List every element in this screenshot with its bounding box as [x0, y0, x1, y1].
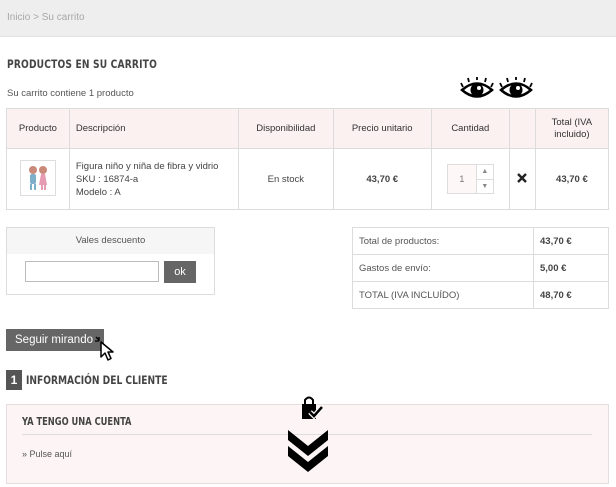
grand-total-value: 48,70 €	[533, 281, 609, 309]
cart-header-row: Producto Descripción Disponibilidad Prec…	[6, 108, 610, 149]
login-link[interactable]: » Pulse aquí	[22, 449, 72, 459]
shipping-value: 5,00 €	[533, 254, 609, 282]
cart-title: PRODUCTOS EN SU CARRITO	[7, 57, 157, 71]
total-products-value: 43,70 €	[533, 227, 609, 255]
cart-item-row: Figura niño y niña de fibra y vidrio SKU…	[6, 148, 610, 210]
totals-row: TOTAL (IVA INCLUÍDO) 48,70 €	[352, 281, 609, 309]
product-sku: SKU : 16874-a	[75, 173, 139, 185]
voucher-code-input[interactable]	[25, 261, 159, 282]
quantity-input[interactable]: 1	[448, 165, 476, 193]
breadcrumb-bar: Inicio > Su carrito	[0, 0, 616, 37]
quantity-decrease-button[interactable]: ▼	[476, 178, 493, 193]
shopping-bag-check-icon	[302, 396, 324, 420]
voucher-ok-button[interactable]: ok	[164, 261, 196, 283]
step-number-badge: 1	[6, 370, 22, 390]
unit-price-value: 43,70 €	[332, 148, 432, 210]
cart-count-text: Su carrito contiene 1 producto	[7, 88, 134, 99]
breadcrumb: Inicio > Su carrito	[7, 12, 85, 23]
total-products-label: Total de productos:	[352, 227, 534, 255]
cart-table: Producto Descripción Disponibilidad Prec…	[6, 108, 610, 210]
col-header-description: Descripción	[68, 108, 239, 149]
client-info-title: INFORMACIÓN DEL CLIENTE	[26, 373, 168, 387]
pointer-cursor-icon	[95, 336, 114, 361]
grand-total-label: TOTAL (IVA INCLUÍDO)	[352, 281, 534, 309]
existing-account-title: YA TENGO UNA CUENTA	[22, 416, 132, 428]
quantity-increase-button[interactable]: ▲	[476, 165, 493, 179]
line-total-value: 43,70 €	[534, 148, 610, 210]
col-header-product: Producto	[6, 108, 70, 149]
quantity-stepper: 1 ▲ ▼	[446, 164, 494, 194]
continue-shopping-button[interactable]: Seguir mirando	[6, 329, 104, 351]
delete-cell	[509, 148, 536, 210]
breadcrumb-home-link[interactable]: Inicio	[7, 12, 30, 23]
availability-value: En stock	[237, 148, 334, 210]
totals-table: Total de productos: 43,70 € Gastos de en…	[352, 227, 609, 309]
breadcrumb-separator: >	[33, 12, 39, 23]
col-header-availability: Disponibilidad	[237, 108, 334, 149]
voucher-box: Vales descuento ok	[6, 227, 215, 295]
breadcrumb-current: Su carrito	[41, 12, 85, 23]
col-header-total: Total (IVA incluido)	[534, 108, 610, 149]
product-model: Modelo : A	[75, 186, 121, 198]
product-thumbnail[interactable]	[19, 160, 56, 196]
col-header-delete	[509, 108, 536, 149]
double-chevron-down-icon	[288, 430, 328, 472]
col-header-quantity: Cantidad	[430, 108, 511, 149]
quantity-cell: 1 ▲ ▼	[430, 148, 511, 210]
eye-icon	[460, 77, 494, 98]
eye-icon	[499, 77, 533, 98]
totals-row: Total de productos: 43,70 €	[352, 227, 609, 255]
remove-item-icon[interactable]	[517, 172, 528, 183]
product-image-cell	[6, 148, 70, 210]
product-description-cell: Figura niño y niña de fibra y vidrio SKU…	[68, 148, 239, 210]
voucher-title: Vales descuento	[7, 228, 214, 254]
totals-row: Gastos de envío: 5,00 €	[352, 254, 609, 282]
product-name-link[interactable]: Figura niño y niña de fibra y vidrio	[76, 160, 237, 173]
col-header-unit-price: Precio unitario	[332, 108, 432, 149]
shipping-label: Gastos de envío:	[352, 254, 534, 282]
